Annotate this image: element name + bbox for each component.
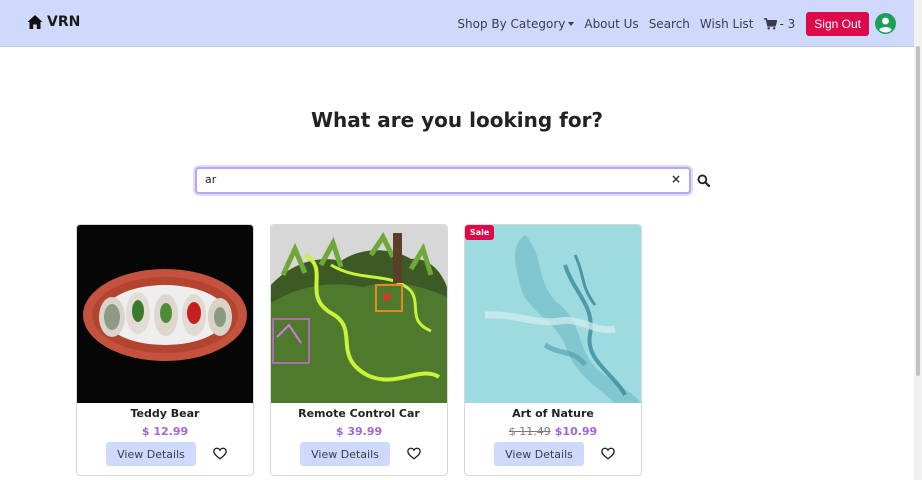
product-image[interactable] <box>77 225 253 403</box>
product-card-remote-control-car: Remote Control Car $ 39.99 View Details <box>270 224 448 476</box>
home-icon <box>27 15 43 29</box>
page-title: What are you looking for? <box>310 108 604 132</box>
view-details-button[interactable]: View Details <box>106 442 196 466</box>
nav-shop-by-category[interactable]: Shop By Category <box>457 16 575 31</box>
nav-search[interactable]: Search <box>649 17 690 31</box>
nav-links: Shop By Category About Us Search Wish Li… <box>457 0 914 47</box>
close-icon[interactable]: × <box>671 172 681 186</box>
nav-about-us[interactable]: About Us <box>584 17 638 31</box>
brand-name: VRN <box>47 14 81 30</box>
product-name: Teddy Bear <box>130 407 200 420</box>
navbar: VRN Shop By Category About Us Search Wis… <box>0 0 914 47</box>
product-image[interactable] <box>271 225 447 403</box>
brand-link[interactable]: VRN <box>27 14 80 30</box>
heart-icon[interactable] <box>213 447 227 460</box>
nav-wish-list[interactable]: Wish List <box>700 17 754 31</box>
product-name: Remote Control Car <box>298 407 420 420</box>
caret-down-icon <box>568 22 575 26</box>
search-icon[interactable] <box>697 174 710 187</box>
scrollbar-thumb[interactable] <box>916 46 920 376</box>
heart-icon[interactable] <box>601 447 615 460</box>
product-card-art-of-nature: Sale Art of Nature $ 11.49 $10.99 View De… <box>464 224 642 476</box>
product-card-teddy-bear: Teddy Bear $ 12.99 View Details <box>76 224 254 476</box>
search-input[interactable] <box>205 173 655 186</box>
nav-category-label: Shop By Category <box>457 16 566 31</box>
cart-icon <box>763 17 777 30</box>
view-details-button[interactable]: View Details <box>300 442 390 466</box>
heart-icon[interactable] <box>407 447 421 460</box>
user-avatar-icon[interactable] <box>875 13 896 34</box>
product-price: $ 39.99 <box>335 425 383 438</box>
sale-badge: Sale <box>465 225 495 240</box>
sign-out-button[interactable]: Sign Out <box>806 11 869 36</box>
search-box: × <box>195 167 691 194</box>
nav-cart[interactable]: - 3 <box>763 16 796 31</box>
view-details-button[interactable]: View Details <box>494 442 584 466</box>
cart-count: - 3 <box>779 16 796 31</box>
product-sale-price: $10.99 <box>554 425 598 438</box>
product-old-price: $ 11.49 <box>508 425 551 438</box>
product-price: $ 12.99 <box>141 425 189 438</box>
product-image[interactable] <box>465 225 641 403</box>
product-price: $ 11.49 $10.99 <box>465 425 641 438</box>
product-name: Art of Nature <box>512 407 594 420</box>
